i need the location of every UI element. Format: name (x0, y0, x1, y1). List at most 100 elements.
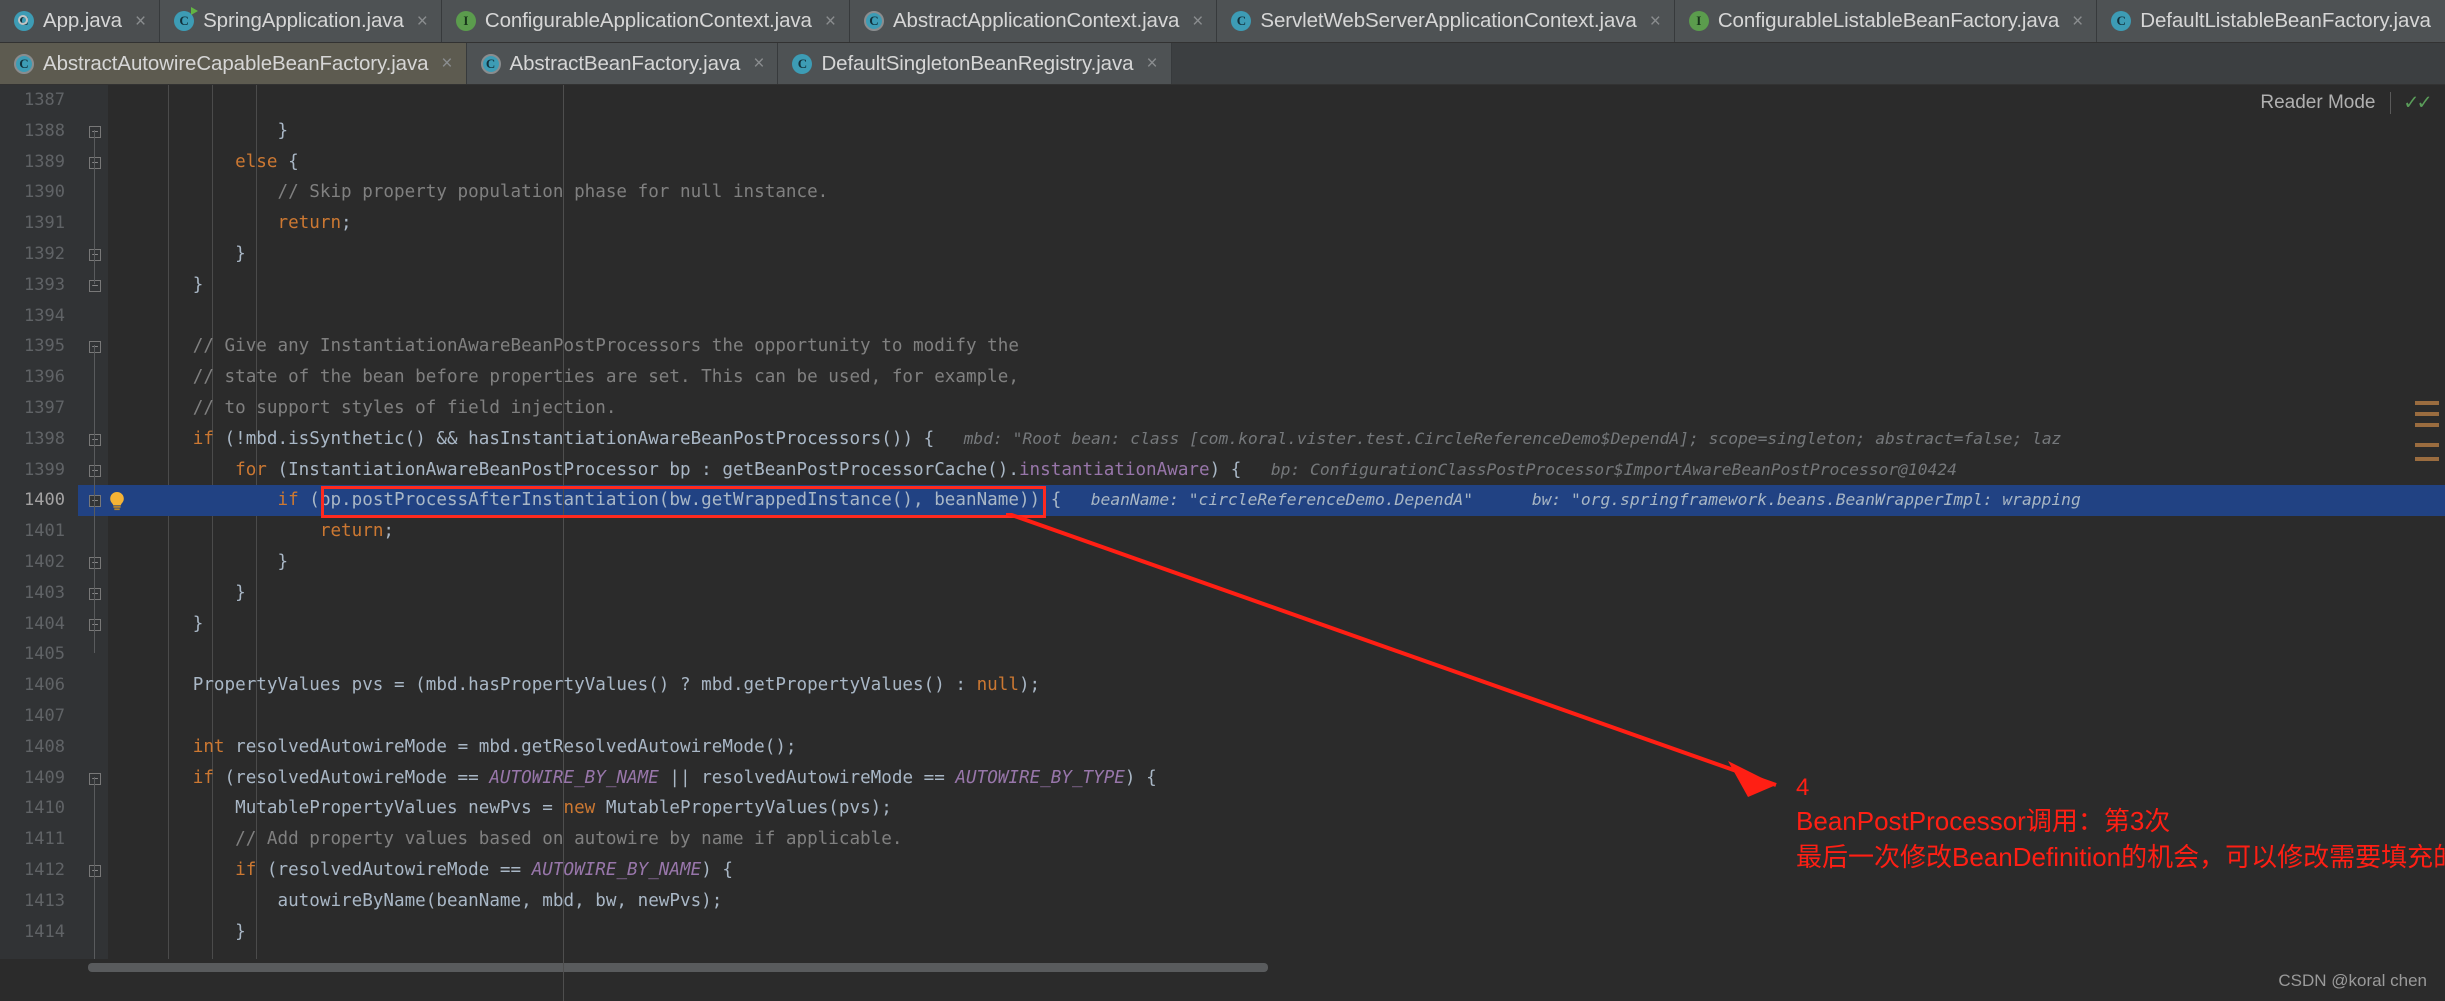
tab-springapplication-java[interactable]: C SpringApplication.java × (160, 0, 442, 42)
fold-row[interactable]: − (78, 455, 108, 486)
tab-close-icon[interactable]: × (135, 12, 146, 31)
tab-abstractautowirecapablebeanfactory-java[interactable]: C AbstractAutowireCapableBeanFactory.jav… (0, 43, 467, 84)
fold-toggle-icon[interactable]: − (89, 156, 101, 169)
code-folding-gutter[interactable]: − − − − − − − − − − − − − (78, 85, 124, 1001)
fold-row[interactable]: − (78, 855, 108, 886)
code-line[interactable]: return; (108, 516, 2445, 547)
tab-servletwebserverapplicationcontext-java[interactable]: C ServletWebServerApplicationContext.jav… (1217, 0, 1675, 42)
intention-bulb-icon[interactable] (108, 491, 126, 511)
code-line[interactable] (108, 85, 2445, 116)
tab-close-icon[interactable]: × (1192, 12, 1203, 31)
fold-toggle-icon[interactable]: − (89, 864, 101, 877)
code-line[interactable] (108, 701, 2445, 732)
fold-toggle-icon[interactable]: − (89, 248, 101, 261)
fold-row[interactable] (78, 393, 108, 424)
fold-toggle-icon[interactable]: − (89, 464, 101, 477)
mark-stripe[interactable] (2415, 412, 2439, 416)
code-line[interactable] (108, 301, 2445, 332)
code-line[interactable]: } (108, 116, 2445, 147)
fold-row[interactable]: − (78, 331, 108, 362)
code-line[interactable]: } (108, 239, 2445, 270)
code-line[interactable]: // state of the bean before properties a… (108, 362, 2445, 393)
fold-row[interactable] (78, 85, 108, 116)
code-editor[interactable]: 1387 1388 1389 1390 1391 1392 1393 1394 1395 1396… (0, 85, 2445, 1001)
line-number: 1414 (24, 921, 65, 942)
fold-row[interactable] (78, 362, 108, 393)
fold-toggle-icon[interactable]: − (89, 495, 101, 508)
mark-stripe[interactable] (2415, 423, 2439, 427)
code-line[interactable]: } (108, 917, 2445, 948)
tab-defaultsingletonbeanregistry-java[interactable]: C DefaultSingletonBeanRegistry.java × (778, 43, 1172, 84)
fold-toggle-icon[interactable]: − (89, 587, 101, 600)
fold-row[interactable]: − (78, 270, 108, 301)
fold-row[interactable]: − (78, 763, 108, 794)
fold-row[interactable] (78, 732, 108, 763)
tab-close-icon[interactable]: × (2072, 12, 2083, 31)
fold-row[interactable]: − (78, 547, 108, 578)
fold-row[interactable]: − (78, 424, 108, 455)
fold-toggle-icon[interactable]: − (89, 772, 101, 785)
fold-row[interactable] (78, 301, 108, 332)
tab-configurableapplicationcontext-java[interactable]: I ConfigurableApplicationContext.java × (441, 0, 850, 42)
line-number: 1392 (24, 243, 65, 264)
tab-app-java[interactable]: C App.java × (0, 0, 161, 42)
tab-close-icon[interactable]: × (825, 12, 836, 31)
fold-row[interactable] (78, 793, 108, 824)
scrollbar-thumb[interactable] (88, 963, 1268, 972)
code-line[interactable]: return; (108, 208, 2445, 239)
horizontal-scrollbar[interactable] (0, 959, 2445, 1001)
code-line[interactable]: PropertyValues pvs = (mbd.hasPropertyVal… (108, 670, 2445, 701)
code-line[interactable]: } (108, 270, 2445, 301)
fold-row[interactable] (78, 917, 108, 948)
fold-row[interactable]: − (78, 485, 108, 516)
tab-configurablelistablebeanfactory-java[interactable]: I ConfigurableListableBeanFactory.java × (1674, 0, 2098, 42)
code-line[interactable]: if (!mbd.isSynthetic() && hasInstantiati… (108, 424, 2445, 455)
fold-row[interactable] (78, 886, 108, 917)
mark-stripe[interactable] (2415, 443, 2439, 447)
code-line[interactable]: } (108, 578, 2445, 609)
fold-row[interactable]: − (78, 578, 108, 609)
fold-toggle-icon[interactable]: − (89, 618, 101, 631)
fold-toggle-icon[interactable]: − (89, 556, 101, 569)
tab-abstractapplicationcontext-java[interactable]: C AbstractApplicationContext.java × (849, 0, 1218, 42)
mark-stripe[interactable] (2415, 457, 2439, 461)
fold-row[interactable]: − (78, 147, 108, 178)
fold-row[interactable] (78, 639, 108, 670)
fold-row[interactable] (78, 516, 108, 547)
tab-defaultlistablebeanfactory-java[interactable]: C DefaultListableBeanFactory.java × (2097, 0, 2445, 42)
fold-row[interactable]: − (78, 239, 108, 270)
fold-row[interactable]: − (78, 116, 108, 147)
tab-abstractbeanfactory-java[interactable]: C AbstractBeanFactory.java × (466, 43, 779, 84)
fold-row[interactable] (78, 208, 108, 239)
fold-toggle-icon[interactable]: − (89, 125, 101, 138)
code-content-area[interactable]: } else { // Skip property population pha… (108, 85, 2445, 1001)
code-line[interactable]: for (InstantiationAwareBeanPostProcessor… (108, 455, 2445, 486)
fold-toggle-icon[interactable]: − (89, 341, 101, 354)
fold-toggle-icon[interactable]: − (89, 433, 101, 446)
fold-row[interactable] (78, 177, 108, 208)
reader-mode-indicator[interactable]: Reader Mode ✓✓ (2260, 92, 2431, 114)
tab-close-icon[interactable]: × (1146, 54, 1157, 73)
check-icon[interactable]: ✓✓ (2405, 92, 2432, 114)
code-line[interactable]: int resolvedAutowireMode = mbd.getResolv… (108, 732, 2445, 763)
fold-row[interactable] (78, 701, 108, 732)
tab-close-icon[interactable]: × (441, 54, 452, 73)
tab-close-icon[interactable]: × (417, 12, 428, 31)
fold-row[interactable] (78, 670, 108, 701)
code-line-current[interactable]: if (bp.postProcessAfterInstantiation(bw.… (108, 485, 2445, 517)
debugger-inline-value: bp: ConfigurationClassPostProcessor$Impo… (1241, 459, 1957, 479)
code-line[interactable]: // Give any InstantiationAwareBeanPostPr… (108, 331, 2445, 362)
tab-close-icon[interactable]: × (1650, 12, 1661, 31)
code-line[interactable]: // to support styles of field injection. (108, 393, 2445, 424)
code-line[interactable]: } (108, 609, 2445, 640)
fold-row[interactable] (78, 824, 108, 855)
code-line[interactable]: } (108, 547, 2445, 578)
code-line[interactable]: // Skip property population phase for nu… (108, 177, 2445, 208)
mark-stripe[interactable] (2415, 401, 2439, 405)
fold-toggle-icon[interactable]: − (89, 279, 101, 292)
tab-close-icon[interactable]: × (753, 54, 764, 73)
code-line[interactable] (108, 639, 2445, 670)
fold-row[interactable]: − (78, 609, 108, 640)
code-line[interactable]: else { (108, 147, 2445, 178)
code-line[interactable]: autowireByName(beanName, mbd, bw, newPvs… (108, 886, 2445, 917)
